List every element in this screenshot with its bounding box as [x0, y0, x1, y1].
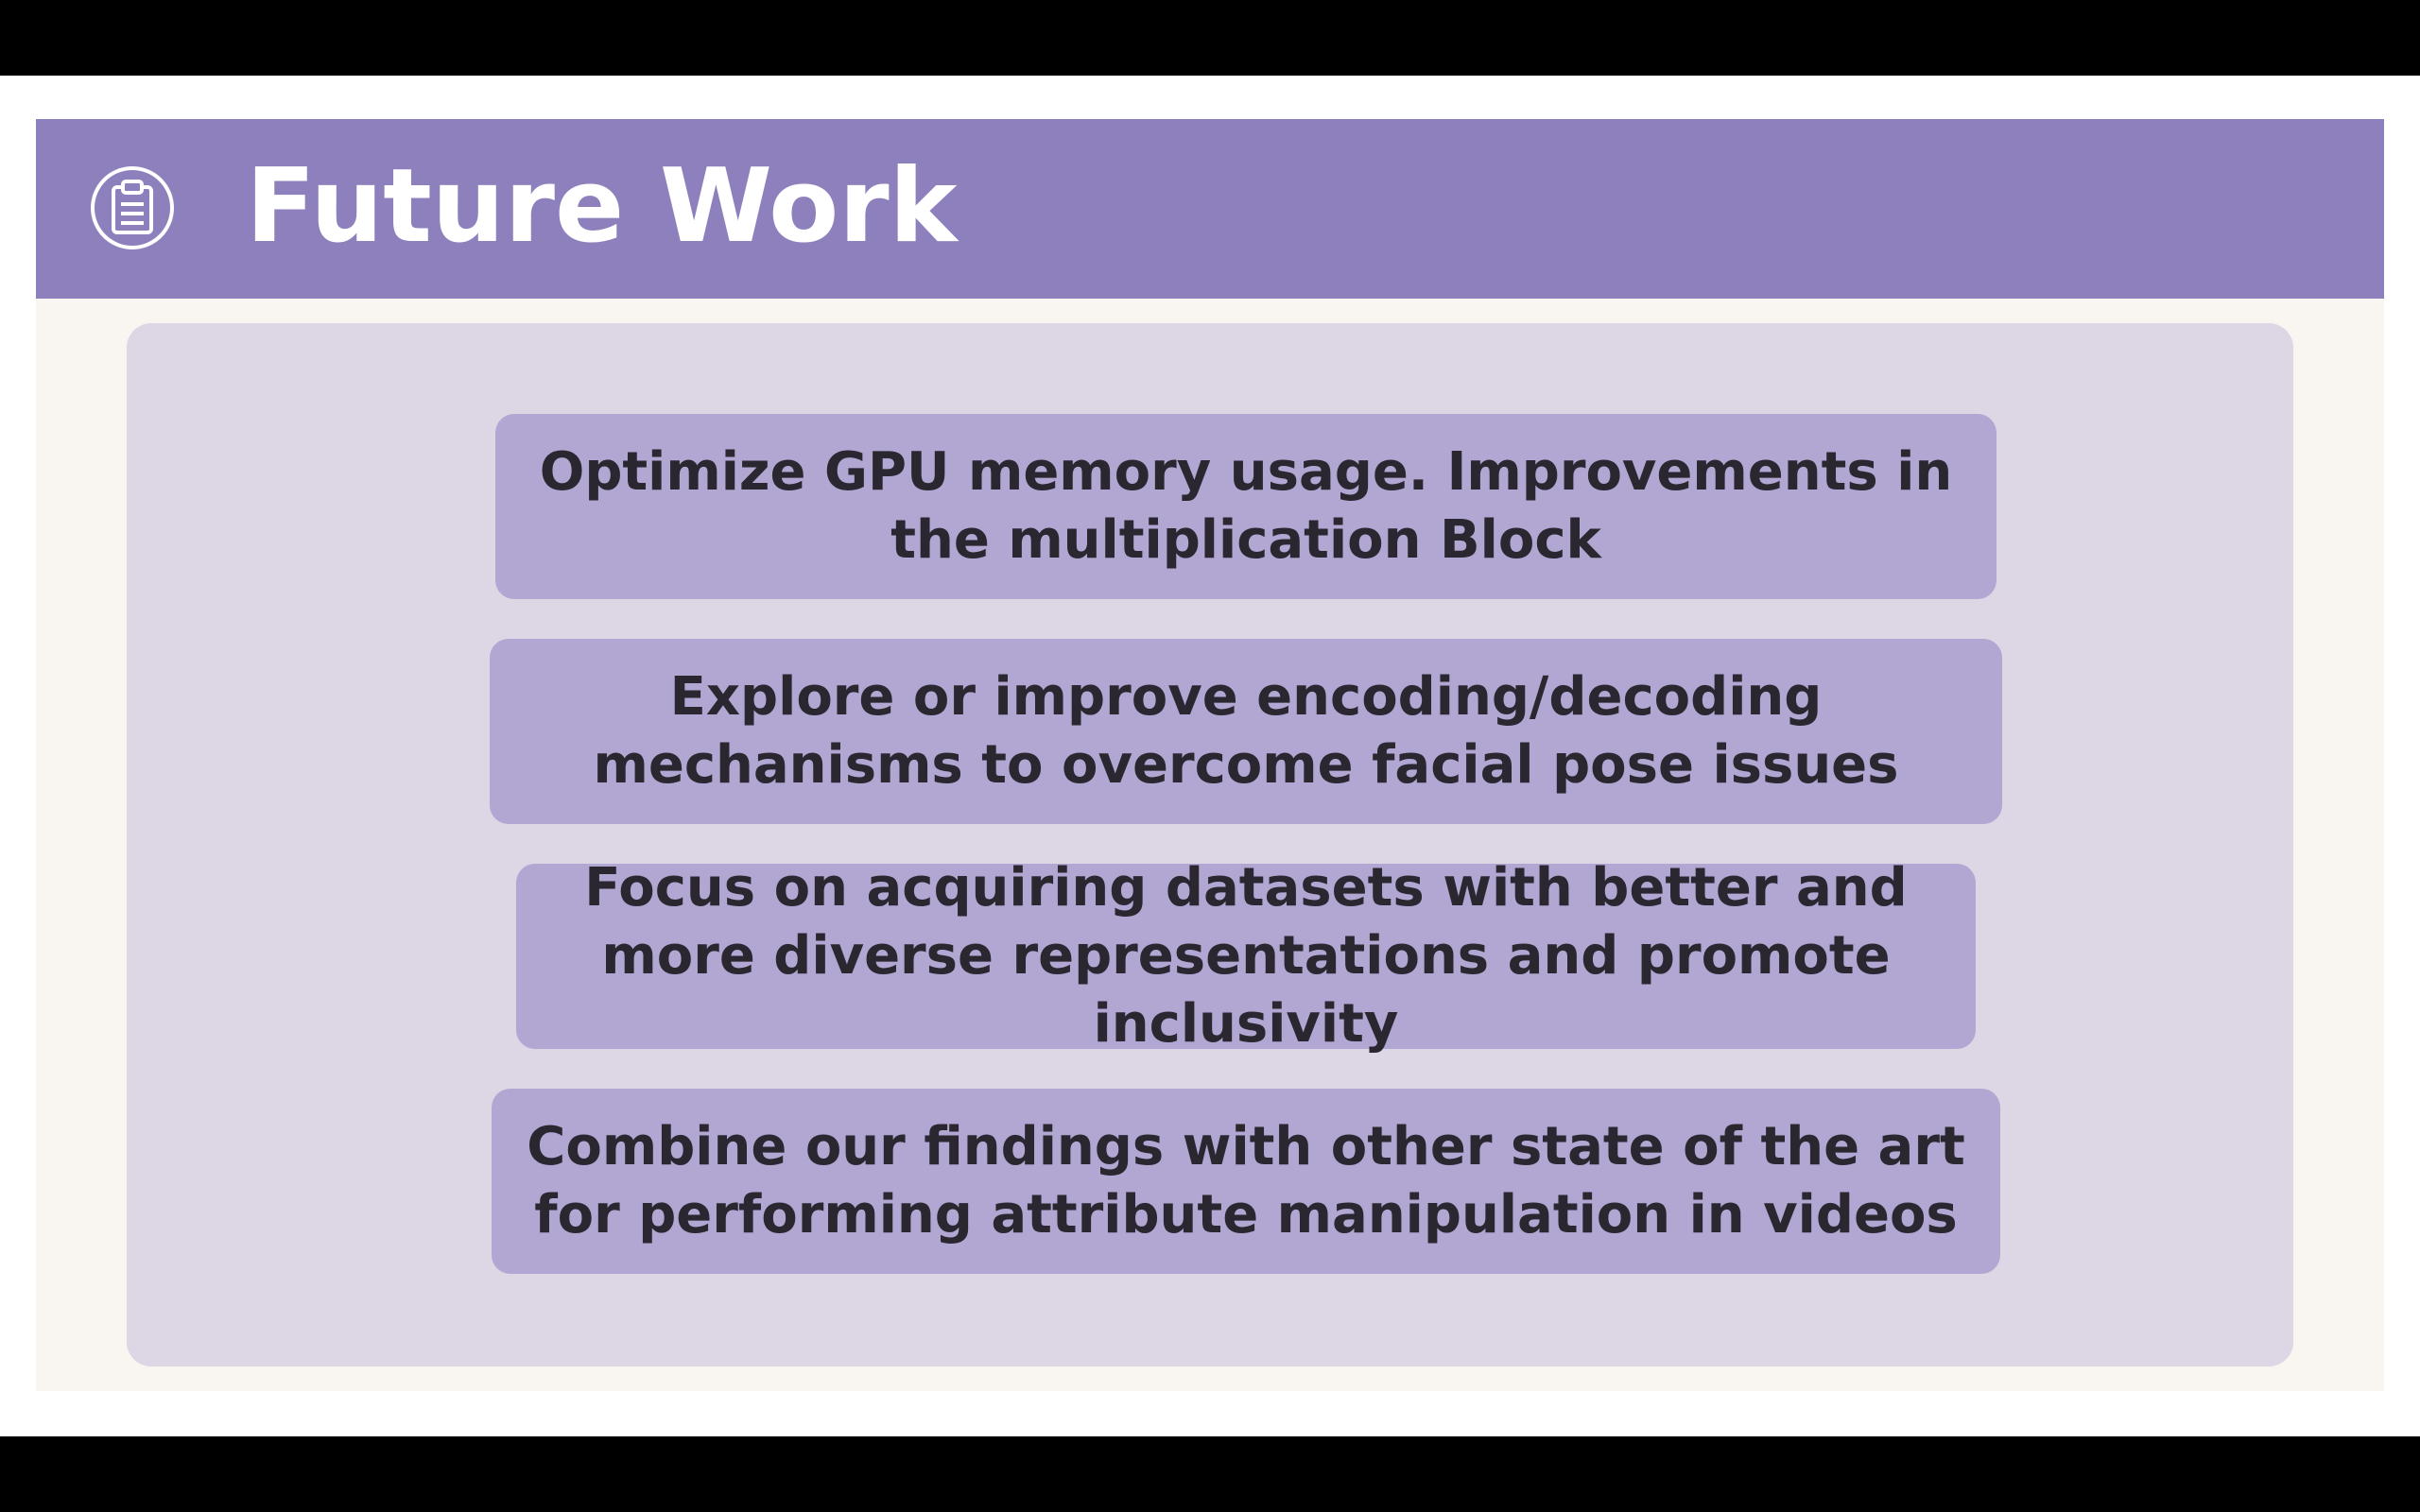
- slide-title: Future Work: [246, 147, 958, 266]
- future-work-item-text: Combine our findings with other state of…: [527, 1116, 1965, 1246]
- letterbox-bottom: [0, 1436, 2420, 1512]
- slide: Future Work Optimize GPU memory usage. I…: [36, 119, 2384, 1391]
- future-work-item: Focus on acquiring datasets with better …: [516, 857, 1976, 1055]
- future-work-item: Optimize GPU memory usage. Improvements …: [495, 414, 1996, 599]
- future-work-item: Combine our findings with other state of…: [492, 1089, 2000, 1274]
- future-work-item-text: Explore or improve encoding/decoding mec…: [593, 666, 1899, 796]
- slide-header: Future Work: [36, 119, 2384, 299]
- clipboard-icon: [91, 166, 174, 249]
- letterbox-top: [0, 0, 2420, 76]
- content-panel: Optimize GPU memory usage. Improvements …: [127, 323, 2293, 1366]
- future-work-item-text: Optimize GPU memory usage. Improvements …: [539, 441, 1953, 571]
- future-work-item: Explore or improve encoding/decoding mec…: [490, 639, 2002, 824]
- future-work-item-text: Focus on acquiring datasets with better …: [584, 857, 1908, 1055]
